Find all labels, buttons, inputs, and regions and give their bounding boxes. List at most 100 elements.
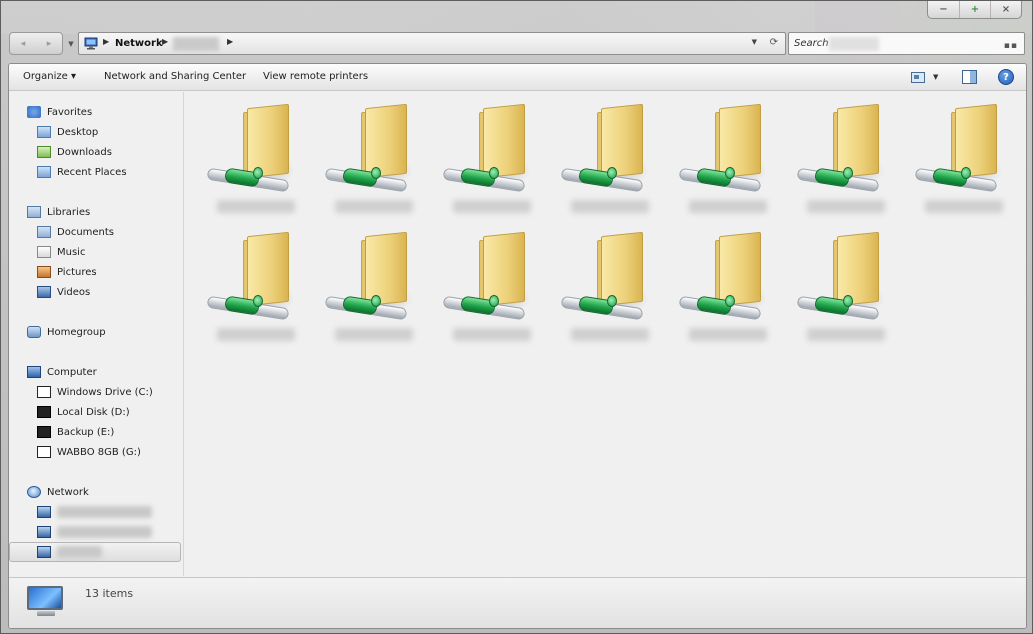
breadcrumb-separator-icon[interactable]: ▶ [227, 37, 233, 46]
breadcrumb-separator-icon[interactable]: ▶ [162, 37, 168, 46]
network-share-item[interactable] [675, 231, 775, 350]
organize-button[interactable]: Organize ▾ [23, 71, 76, 82]
network-share-item[interactable] [793, 231, 893, 350]
folder-icon [719, 231, 761, 307]
network-computer-icon [37, 526, 51, 538]
folder-icon [719, 103, 761, 179]
network-share-item[interactable] [321, 231, 421, 350]
back-forward-buttons: ◂ ▸ [9, 32, 63, 55]
maximize-button[interactable]: + [959, 1, 990, 18]
network-computer-icon [37, 506, 51, 518]
network-pipe-icon [607, 167, 617, 179]
music-icon [37, 246, 51, 258]
network-share-item[interactable] [439, 231, 539, 350]
item-name-redacted [453, 328, 531, 341]
network-share-item[interactable] [557, 231, 657, 350]
sidebar-label: Downloads [57, 146, 112, 158]
sidebar-network-computer [37, 543, 102, 561]
network-share-item[interactable] [203, 103, 303, 222]
videos-icon [37, 286, 51, 298]
network-share-item[interactable] [793, 103, 893, 222]
recent-pages-dropdown[interactable]: ▼ [65, 32, 77, 55]
search-input[interactable]: Search ▪▪ [788, 32, 1025, 55]
sidebar-network[interactable]: Network [27, 483, 89, 501]
sidebar-computer[interactable]: Computer [27, 363, 97, 381]
folder-icon [365, 231, 407, 307]
address-dropdown-icon[interactable]: ▼ [752, 38, 757, 46]
network-pipe-icon [961, 167, 971, 179]
network-share-item[interactable] [675, 103, 775, 222]
refresh-icon[interactable]: ⟳ [770, 37, 778, 48]
network-pipe-icon [253, 295, 263, 307]
item-name-redacted [571, 200, 649, 213]
views-icon [911, 71, 925, 83]
sidebar-item-documents[interactable]: Documents [37, 223, 114, 241]
network-sharing-center-button[interactable]: Network and Sharing Center [104, 71, 246, 82]
network-globe-icon [27, 486, 41, 498]
folder-icon [837, 231, 879, 307]
network-pipe-icon [725, 167, 735, 179]
sidebar-network-computer[interactable] [37, 503, 152, 521]
network-share-item[interactable] [439, 103, 539, 222]
network-share-item[interactable] [321, 103, 421, 222]
sidebar-item-pictures[interactable]: Pictures [37, 263, 97, 281]
sidebar-item-drive-g[interactable]: WABBO 8GB (G:) [37, 443, 141, 461]
network-computer-icon [37, 546, 51, 558]
sidebar-item-drive-d[interactable]: Local Disk (D:) [37, 403, 130, 421]
sidebar-homegroup[interactable]: Homegroup [27, 323, 106, 341]
network-share-item[interactable] [203, 231, 303, 350]
back-button[interactable]: ◂ [10, 33, 36, 54]
help-button[interactable]: ? [998, 68, 1014, 86]
sidebar-label: Local Disk (D:) [57, 406, 130, 418]
breadcrumb-network[interactable]: Network [115, 38, 163, 49]
folder-icon [601, 103, 643, 179]
item-name-redacted [217, 200, 295, 213]
downloads-icon [37, 146, 51, 158]
minimize-button[interactable]: − [928, 1, 959, 18]
documents-icon [37, 226, 51, 238]
forward-arrow-icon: ▸ [46, 38, 52, 49]
sidebar-network-computer[interactable] [37, 523, 152, 541]
details-pane: 13 items [9, 577, 1026, 628]
network-pipe-icon [489, 167, 499, 179]
preview-pane-button[interactable] [962, 68, 977, 86]
sidebar-label: Computer [47, 366, 97, 378]
sidebar-item-videos[interactable]: Videos [37, 283, 90, 301]
change-view-button[interactable]: ▼ [911, 68, 938, 86]
sidebar-label: Recent Places [57, 166, 127, 178]
sidebar-label: WABBO 8GB (G:) [57, 446, 141, 458]
usb-drive-icon [37, 426, 51, 438]
address-bar[interactable]: ▶ Network ▶ ▶ ▼ ⟳ [78, 32, 786, 55]
item-name-redacted [689, 200, 767, 213]
close-button[interactable]: × [990, 1, 1021, 18]
folder-icon [365, 103, 407, 179]
homegroup-icon [27, 326, 41, 338]
network-share-item[interactable] [557, 103, 657, 222]
view-remote-printers-button[interactable]: View remote printers [263, 71, 368, 82]
sidebar-favorites[interactable]: Favorites [27, 103, 92, 121]
folder-icon [483, 231, 525, 307]
sidebar-item-desktop[interactable]: Desktop [37, 123, 98, 141]
sidebar-label: Music [57, 246, 86, 258]
sidebar-item-music[interactable]: Music [37, 243, 85, 261]
breadcrumb-redacted[interactable] [173, 37, 219, 51]
sidebar-item-downloads[interactable]: Downloads [37, 143, 112, 161]
search-text-redacted [829, 37, 879, 51]
breadcrumb-separator-icon[interactable]: ▶ [103, 37, 109, 46]
sidebar-item-drive-e[interactable]: Backup (E:) [37, 423, 114, 441]
search-icon[interactable]: ▪▪ [1004, 41, 1018, 51]
item-name-redacted [453, 200, 531, 213]
item-name-redacted [335, 328, 413, 341]
preview-pane-icon [962, 70, 977, 84]
sidebar-item-drive-c[interactable]: Windows Drive (C:) [37, 383, 153, 401]
forward-button[interactable]: ▸ [36, 33, 62, 54]
favorites-star-icon [27, 106, 41, 118]
sidebar-network-computer-selected[interactable] [9, 542, 181, 562]
sidebar-libraries[interactable]: Libraries [27, 203, 90, 221]
drive-icon [37, 406, 51, 418]
sidebar-item-recent-places[interactable]: Recent Places [37, 163, 127, 181]
network-pipe-icon [607, 295, 617, 307]
pictures-icon [37, 266, 51, 278]
network-share-item[interactable] [911, 103, 1011, 222]
help-icon: ? [998, 69, 1014, 85]
